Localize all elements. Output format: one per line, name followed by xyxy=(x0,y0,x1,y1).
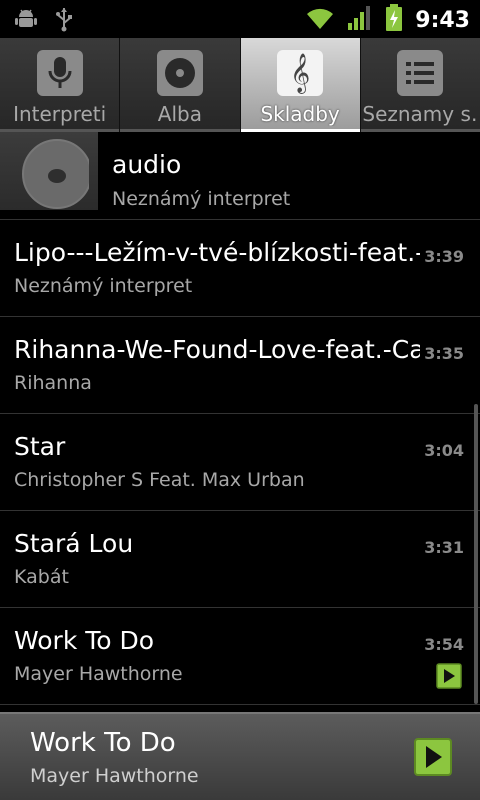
signal-icon xyxy=(347,5,373,35)
album-art-icon xyxy=(0,132,98,210)
song-duration: 3:04 xyxy=(424,441,464,460)
song-artist: Kabát xyxy=(14,566,69,588)
list-item[interactable]: Star Christopher S Feat. Max Urban 3:04 xyxy=(0,414,480,511)
tab-label: Seznamy s… xyxy=(362,102,479,126)
song-title: Work To Do xyxy=(14,626,155,655)
tab-playlists[interactable]: Seznamy s… xyxy=(360,38,480,132)
playlist-icon xyxy=(397,50,444,96)
usb-icon xyxy=(54,6,74,36)
song-artist: Rihanna xyxy=(14,372,92,394)
album-header[interactable]: audio Neznámý interpret xyxy=(0,132,480,220)
song-duration: 3:54 xyxy=(424,635,464,654)
song-artist: Christopher S Feat. Max Urban xyxy=(14,469,305,491)
song-duration: 3:35 xyxy=(424,344,464,363)
album-artist: Neznámý interpret xyxy=(112,188,291,210)
song-duration: 3:39 xyxy=(424,247,464,266)
library-tabs: Interpreti Alba 𝄞 Skladby Seznamy s… xyxy=(0,38,480,132)
list-item[interactable]: Rihanna-We-Found-Love-feat.-Calvin Rihan… xyxy=(0,317,480,414)
android-debug-icon xyxy=(14,7,38,35)
microphone-icon xyxy=(36,50,83,96)
album-title: audio xyxy=(112,150,182,179)
list-item[interactable]: Stará Lou Kabát 3:31 xyxy=(0,511,480,608)
play-icon[interactable] xyxy=(414,738,452,776)
tab-songs[interactable]: 𝄞 Skladby xyxy=(240,38,361,132)
wifi-icon xyxy=(305,5,335,35)
tab-label: Skladby xyxy=(260,102,340,126)
song-title: Lipo---Ležím-v-tvé-blízkosti-feat.-Dj xyxy=(14,238,420,267)
scrollbar[interactable] xyxy=(474,404,478,704)
now-playing-artist: Mayer Hawthorne xyxy=(30,765,199,787)
battery-charging-icon xyxy=(385,4,403,36)
now-playing-bar[interactable]: Work To Do Mayer Hawthorne xyxy=(0,712,480,800)
song-title: Stará Lou xyxy=(14,529,134,558)
now-playing-title: Work To Do xyxy=(30,728,176,758)
music-note-icon: 𝄞 xyxy=(277,50,324,96)
song-title: Rihanna-We-Found-Love-feat.-Calvin xyxy=(14,335,420,364)
tab-artists[interactable]: Interpreti xyxy=(0,38,121,132)
song-duration: 3:31 xyxy=(424,538,464,557)
tab-albums[interactable]: Alba xyxy=(120,38,241,132)
song-artist: Neznámý interpret xyxy=(14,275,193,297)
tab-label: Interpreti xyxy=(13,102,107,126)
now-playing-indicator-icon xyxy=(436,663,462,689)
song-artist: Mayer Hawthorne xyxy=(14,663,183,685)
album-icon xyxy=(156,50,203,96)
tab-label: Alba xyxy=(157,102,202,126)
list-item[interactable]: Work To Do Mayer Hawthorne 3:54 xyxy=(0,608,480,705)
song-list[interactable]: audio Neznámý interpret Lipo---Ležím-v-t… xyxy=(0,132,480,712)
status-bar: 9:43 xyxy=(0,0,480,38)
list-item[interactable]: Lipo---Ležím-v-tvé-blízkosti-feat.-Dj Ne… xyxy=(0,220,480,317)
song-title: Star xyxy=(14,432,66,461)
clock: 9:43 xyxy=(415,7,470,33)
